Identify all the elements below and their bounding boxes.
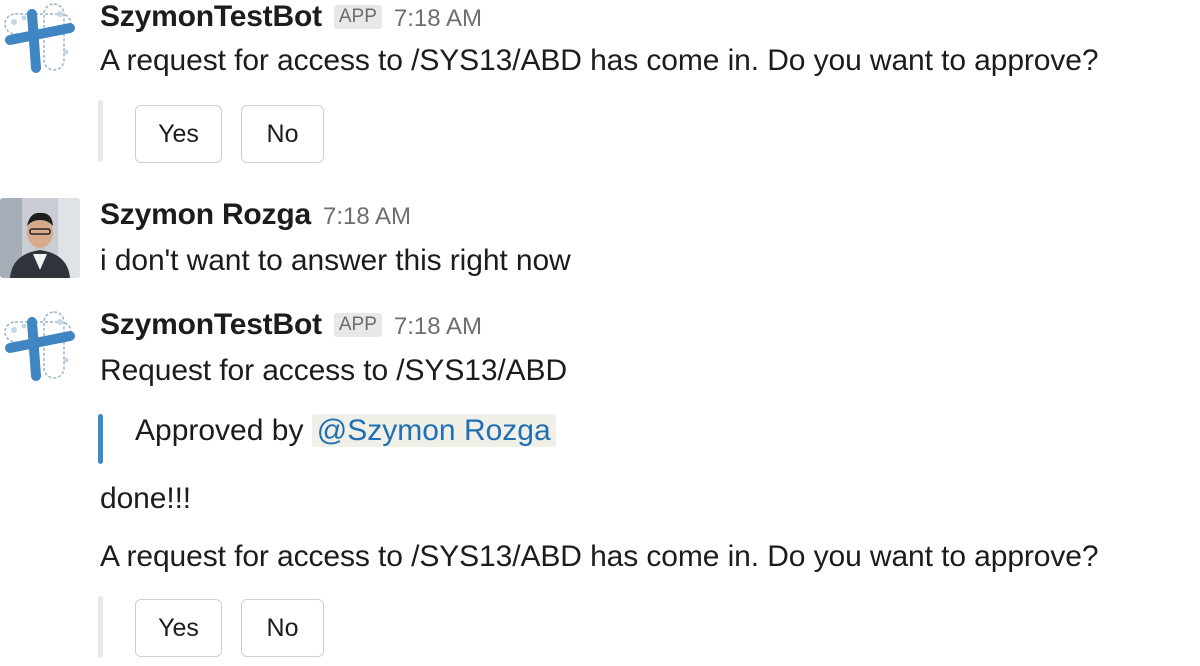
sender-name[interactable]: Szymon Rozga — [100, 198, 311, 232]
attachment-bar — [98, 596, 103, 658]
message-text: i don't want to answer this right now — [100, 244, 571, 277]
message-text: Request for access to /SYS13/ABD — [100, 354, 568, 387]
bot-logo-icon[interactable] — [0, 0, 80, 80]
yes-button[interactable]: Yes — [135, 599, 222, 657]
user-photo[interactable] — [0, 198, 80, 278]
attachment-bar-approved — [98, 414, 103, 464]
bot-logo-icon[interactable] — [0, 308, 80, 388]
timestamp[interactable]: 7:18 AM — [323, 203, 411, 231]
yes-button[interactable]: Yes — [135, 105, 222, 163]
app-badge: APP — [333, 313, 382, 337]
followup-text: A request for access to /SYS13/ABD has c… — [100, 540, 1099, 573]
timestamp[interactable]: 7:18 AM — [394, 313, 482, 341]
message-text: A request for access to /SYS13/ABD has c… — [100, 44, 1099, 77]
app-badge: APP — [333, 5, 382, 29]
approval-attachment: Approved by @Szymon Rozga — [135, 414, 556, 448]
sender-name[interactable]: SzymonTestBot — [100, 0, 322, 34]
followup-text: done!!! — [100, 482, 192, 515]
approved-by-label: Approved by — [135, 414, 304, 447]
no-button[interactable]: No — [241, 105, 324, 163]
attachment-bar — [98, 100, 103, 162]
sender-name[interactable]: SzymonTestBot — [100, 308, 322, 342]
user-mention[interactable]: @Szymon Rozga — [311, 414, 556, 447]
no-button[interactable]: No — [241, 599, 324, 657]
timestamp[interactable]: 7:18 AM — [394, 5, 482, 33]
